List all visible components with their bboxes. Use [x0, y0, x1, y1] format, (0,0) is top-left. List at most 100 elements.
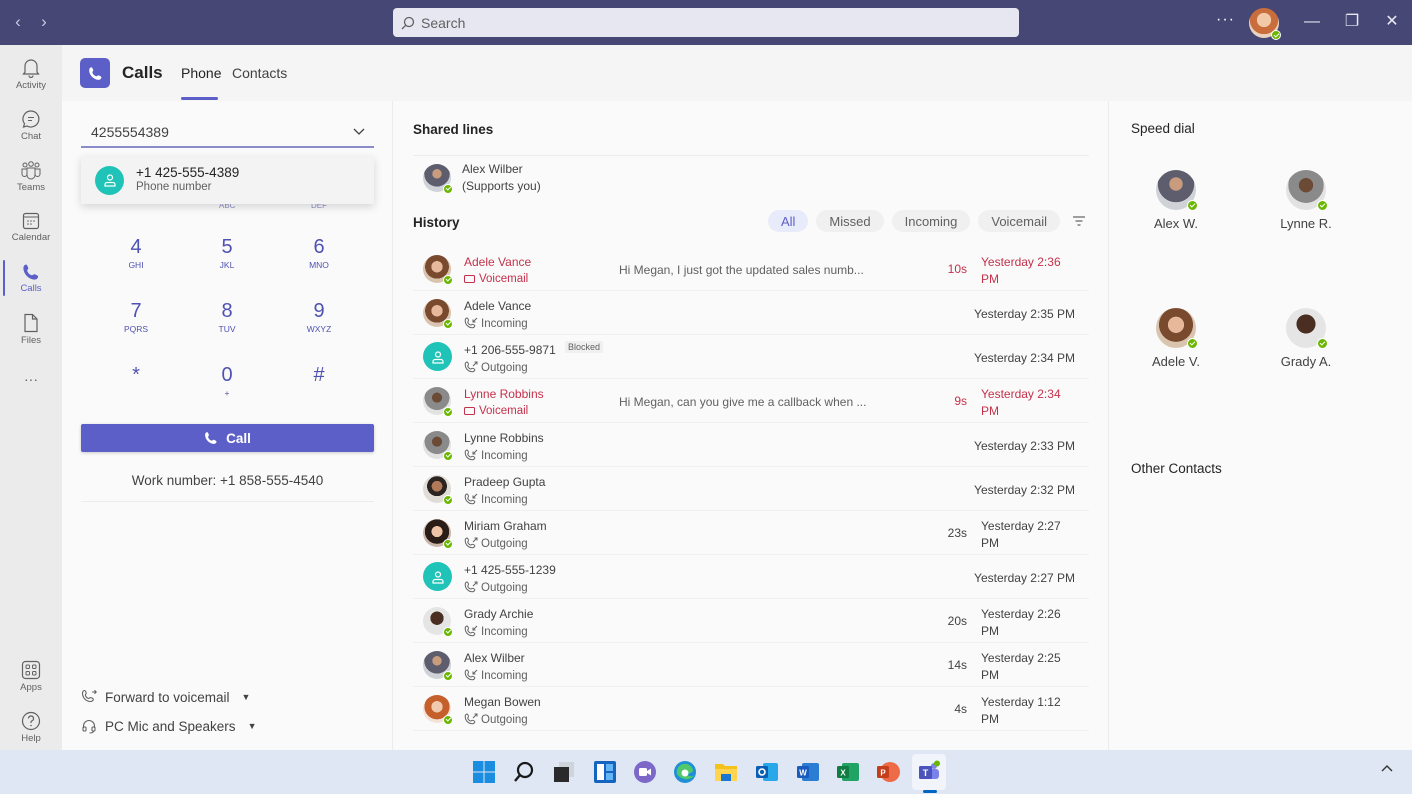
call-button[interactable]: Call	[81, 424, 374, 452]
filter-incoming[interactable]: Incoming	[891, 210, 971, 232]
outlook-icon[interactable]	[755, 760, 779, 784]
task-view-icon[interactable]	[552, 760, 576, 784]
windows-taskbar: W X P T	[0, 750, 1412, 794]
speed-dial-contact[interactable]: Grady A.	[1261, 308, 1351, 369]
presence-available-icon	[1317, 200, 1328, 211]
rail-item-calls[interactable]: Calls	[0, 253, 62, 303]
forward-button[interactable]: ›	[34, 12, 54, 32]
presence-available-icon	[443, 406, 453, 417]
key-6[interactable]: 6 MNO	[274, 235, 364, 285]
history-row[interactable]: Lynne Robbins Voicemail Hi Megan, can you …	[413, 379, 1089, 423]
avatar	[423, 386, 453, 417]
rail-item-chat[interactable]: Chat	[0, 100, 62, 150]
key-hash[interactable]: #	[274, 363, 364, 413]
caller-name: Lynne Robbins	[464, 431, 544, 445]
more-options-button[interactable]: ···	[1216, 11, 1235, 29]
call-duration: 14s	[947, 658, 967, 672]
presence-available-icon	[443, 274, 453, 285]
search-icon[interactable]	[512, 760, 536, 784]
filter-missed[interactable]: Missed	[816, 210, 884, 232]
call-type-label: Outgoing	[481, 361, 528, 374]
teams-icon[interactable]: T	[917, 760, 941, 784]
word-icon[interactable]: W	[796, 760, 820, 784]
teams-chat-icon[interactable]	[633, 760, 657, 784]
forward-to-voicemail-dropdown[interactable]: Forward to voicemail ▼	[81, 689, 250, 705]
phone-number-value: 4255554389	[91, 124, 169, 140]
tab-contacts[interactable]: Contacts	[232, 65, 287, 81]
key-star[interactable]: *	[91, 363, 181, 413]
chevron-down-icon[interactable]	[352, 124, 366, 138]
speed-dial-contact[interactable]: Alex W.	[1131, 170, 1221, 231]
key-9[interactable]: 9 WXYZ	[274, 299, 364, 349]
person-icon	[431, 350, 444, 364]
svg-text:T: T	[923, 768, 929, 778]
other-contacts-title: Other Contacts	[1131, 461, 1222, 476]
contact-name: Adele V.	[1152, 354, 1200, 369]
caller-name: Alex Wilber	[464, 651, 525, 665]
chevron-up-icon[interactable]	[1380, 762, 1394, 776]
maximize-button[interactable]: ❐	[1337, 8, 1367, 36]
presence-available-icon	[443, 714, 453, 725]
search-input[interactable]: Search	[393, 8, 1019, 37]
avatar	[1156, 170, 1198, 211]
rail-item-calendar[interactable]: Calendar	[0, 202, 62, 252]
speed-dial-contact[interactable]: Lynne R.	[1261, 170, 1351, 231]
number-suggestion[interactable]: +1 425-555-4389 Phone number	[81, 156, 374, 204]
avatar	[423, 606, 453, 637]
call-time: Yesterday 1:12 PM	[981, 695, 1061, 726]
key-5[interactable]: 5 JKL	[182, 235, 272, 285]
key-8[interactable]: 8 TUV	[182, 299, 272, 349]
caller-name: Miriam Graham	[464, 519, 547, 533]
history-row[interactable]: Adele Vance Incoming Yesterday 2:35 PM	[413, 291, 1089, 335]
shared-line-item[interactable]: Alex Wilber (Supports you)	[413, 155, 1089, 199]
call-time: Yesterday 2:26 PM	[981, 607, 1061, 638]
key-0[interactable]: 0 +	[182, 363, 272, 413]
running-indicator	[923, 790, 937, 793]
rail-item-teams[interactable]: Teams	[0, 151, 62, 201]
rail-item-files[interactable]: Files	[0, 304, 62, 354]
history-row[interactable]: Megan Bowen Outgoing 4s Yesterday 1:12 PM	[413, 687, 1089, 731]
history-row[interactable]: +1 206-555-9871 Blocked Outgoing Yesterday …	[413, 335, 1089, 379]
caller-name: Pradeep Gupta	[464, 475, 546, 489]
filter-all[interactable]: All	[767, 210, 809, 232]
minimize-button[interactable]: —	[1297, 8, 1327, 36]
suggestion-number: +1 425-555-4389	[136, 165, 240, 180]
filter-voicemail[interactable]: Voicemail	[978, 210, 1060, 232]
history-row[interactable]: Alex Wilber Incoming 14s Yesterday 2:25 PM	[413, 643, 1089, 687]
app-rail: Activity Chat Teams Calendar Calls Files…	[0, 45, 62, 750]
rail-item-help[interactable]: Help	[0, 702, 62, 752]
call-type-label: Outgoing	[481, 537, 528, 550]
powerpoint-icon[interactable]: P	[876, 760, 900, 784]
rail-item-apps[interactable]: Apps	[0, 651, 62, 701]
close-button[interactable]: ✕	[1377, 8, 1407, 36]
history-row[interactable]: Grady Archie Incoming 20s Yesterday 2:26 PM	[413, 599, 1089, 643]
history-row[interactable]: Lynne Robbins Incoming Yesterday 2:33 PM	[413, 423, 1089, 467]
rail-item-activity[interactable]: Activity	[0, 49, 62, 99]
edge-icon[interactable]	[673, 760, 697, 784]
phone-number-input[interactable]: 4255554389	[81, 118, 374, 148]
call-type: Incoming	[464, 493, 528, 506]
key-7[interactable]: 7 PQRS	[91, 299, 181, 349]
history-row[interactable]: +1 425-555-1239 Outgoing Yesterday 2:27 PM	[413, 555, 1089, 599]
start-icon[interactable]	[472, 760, 496, 784]
excel-icon[interactable]: X	[836, 760, 860, 784]
profile-avatar[interactable]	[1249, 8, 1281, 40]
call-type-label: Incoming	[481, 625, 528, 638]
history-row[interactable]: Adele Vance Voicemail Hi Megan, I just got…	[413, 247, 1089, 291]
rail-more-apps[interactable]: ···	[0, 354, 62, 404]
audio-device-dropdown[interactable]: PC Mic and Speakers ▼	[81, 718, 256, 734]
tab-phone[interactable]: Phone	[181, 65, 221, 81]
call-type-label: Voicemail	[479, 405, 529, 417]
history-row[interactable]: Miriam Graham Outgoing 23s Yesterday 2:27 P…	[413, 511, 1089, 555]
apps-icon	[21, 660, 41, 679]
voicemail-icon	[464, 407, 475, 415]
key-letters: JKL	[219, 260, 235, 270]
speed-dial-contact[interactable]: Adele V.	[1131, 308, 1221, 369]
phone-number-avatar	[423, 342, 452, 371]
back-button[interactable]: ‹	[8, 12, 28, 32]
file-explorer-icon[interactable]	[714, 760, 738, 784]
history-row[interactable]: Pradeep Gupta Incoming Yesterday 2:32 PM	[413, 467, 1089, 511]
key-4[interactable]: 4 GHI	[91, 235, 181, 285]
widgets-icon[interactable]	[593, 760, 617, 784]
filter-icon[interactable]	[1072, 215, 1086, 227]
